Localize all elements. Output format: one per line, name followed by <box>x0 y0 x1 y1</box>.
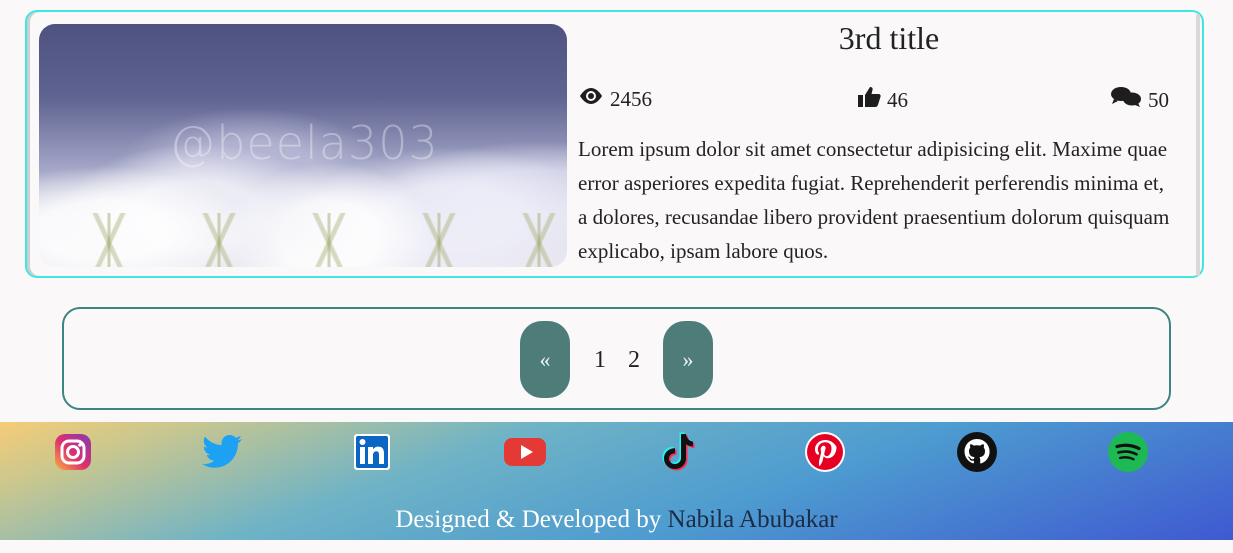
thumbs-up-icon[interactable] <box>857 86 887 114</box>
comments-icon[interactable] <box>1110 86 1148 114</box>
image-watermark: @beela303 <box>169 116 439 170</box>
post-title: 3rd title <box>838 20 940 56</box>
page-link-2[interactable]: 2 <box>628 347 640 374</box>
credit-prefix: Designed & Developed by <box>395 506 662 533</box>
youtube-icon[interactable] <box>503 430 547 474</box>
prev-page-button[interactable]: « <box>520 321 570 398</box>
github-icon[interactable] <box>955 430 999 474</box>
eye-icon <box>578 86 610 112</box>
credit-author-link[interactable]: Nabila Abubakar <box>668 506 838 533</box>
pinterest-icon[interactable] <box>803 430 847 474</box>
page-link-1[interactable]: 1 <box>594 347 606 374</box>
footer: Designed & Developed by Nabila Abubakar <box>0 422 1233 540</box>
plant-decoration <box>189 213 249 267</box>
plant-decoration <box>409 213 469 267</box>
plant-decoration <box>299 213 359 267</box>
plant-decoration <box>509 213 567 267</box>
twitter-icon[interactable] <box>201 430 245 474</box>
linkedin-icon[interactable] <box>350 430 394 474</box>
views-count: 2456 <box>610 86 652 111</box>
tiktok-icon[interactable] <box>655 430 699 474</box>
comments-stat[interactable]: 50 <box>1110 86 1169 114</box>
views-stat: 2456 <box>578 86 652 112</box>
post-card: @beela303 3rd title 2456 46 50 Lorem ips… <box>25 10 1204 278</box>
post-image: @beela303 <box>39 24 567 267</box>
pagination: « 1 2 » <box>62 307 1171 410</box>
likes-count: 46 <box>887 87 908 112</box>
comments-count: 50 <box>1148 87 1169 112</box>
instagram-icon[interactable] <box>51 430 95 474</box>
footer-credit: Designed & Developed by Nabila Abubakar <box>0 506 1233 534</box>
post-description: Lorem ipsum dolor sit amet consectetur a… <box>578 137 1170 263</box>
likes-stat[interactable]: 46 <box>857 86 908 114</box>
plant-decoration <box>79 213 139 267</box>
spotify-icon[interactable] <box>1106 430 1150 474</box>
next-page-button[interactable]: » <box>663 321 713 398</box>
